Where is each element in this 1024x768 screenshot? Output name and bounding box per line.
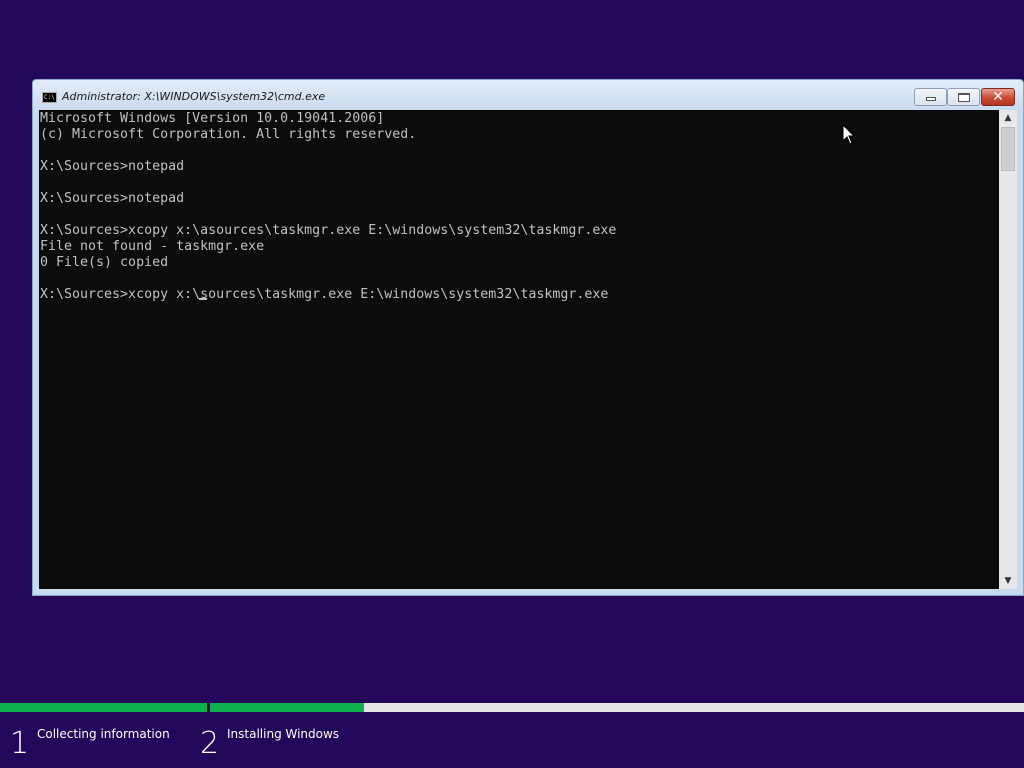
window-title: Administrator: X:\WINDOWS\system32\cmd.e… [62, 90, 326, 103]
mouse-pointer-icon [842, 124, 856, 145]
cmd-window[interactable]: C:\ Administrator: X:\WINDOWS\system32\c… [32, 79, 1024, 596]
text-cursor [199, 298, 207, 300]
step-label: Collecting information [37, 727, 170, 741]
cmd-icon: C:\ [42, 92, 57, 103]
close-button[interactable]: ✕ [981, 88, 1015, 106]
scroll-down-icon[interactable]: ▼ [999, 573, 1017, 589]
minimize-button[interactable] [914, 88, 947, 106]
maximize-button[interactable] [947, 88, 980, 106]
progress-step-2 [210, 703, 364, 712]
console-line: X:\Sources>notepad [40, 159, 185, 174]
step-label: Installing Windows [227, 727, 340, 741]
console-line: 0 File(s) copied [40, 255, 169, 270]
setup-progress-bar [0, 703, 1024, 712]
console-line: X:\Sources>xcopy x:\asources\taskmgr.exe… [40, 223, 617, 238]
console-output[interactable]: Microsoft Windows [Version 10.0.19041.20… [39, 110, 999, 589]
scroll-thumb[interactable] [1001, 127, 1015, 171]
step-number: 2 [200, 726, 220, 761]
scroll-up-icon[interactable]: ▲ [999, 110, 1017, 126]
console-input-line[interactable]: X:\Sources>xcopy x:\sources\taskmgr.exe … [40, 287, 999, 303]
vertical-scrollbar[interactable]: ▲ ▼ [999, 110, 1017, 589]
console-line: X:\Sources>notepad [40, 191, 185, 206]
console-line: File not found - taskmgr.exe [40, 239, 265, 254]
progress-step-1 [0, 703, 207, 712]
maximize-icon [957, 92, 970, 102]
minimize-icon [925, 97, 936, 101]
close-icon: ✕ [992, 89, 1004, 105]
step-number: 1 [10, 726, 30, 761]
title-bar[interactable]: C:\ Administrator: X:\WINDOWS\system32\c… [33, 80, 1023, 110]
